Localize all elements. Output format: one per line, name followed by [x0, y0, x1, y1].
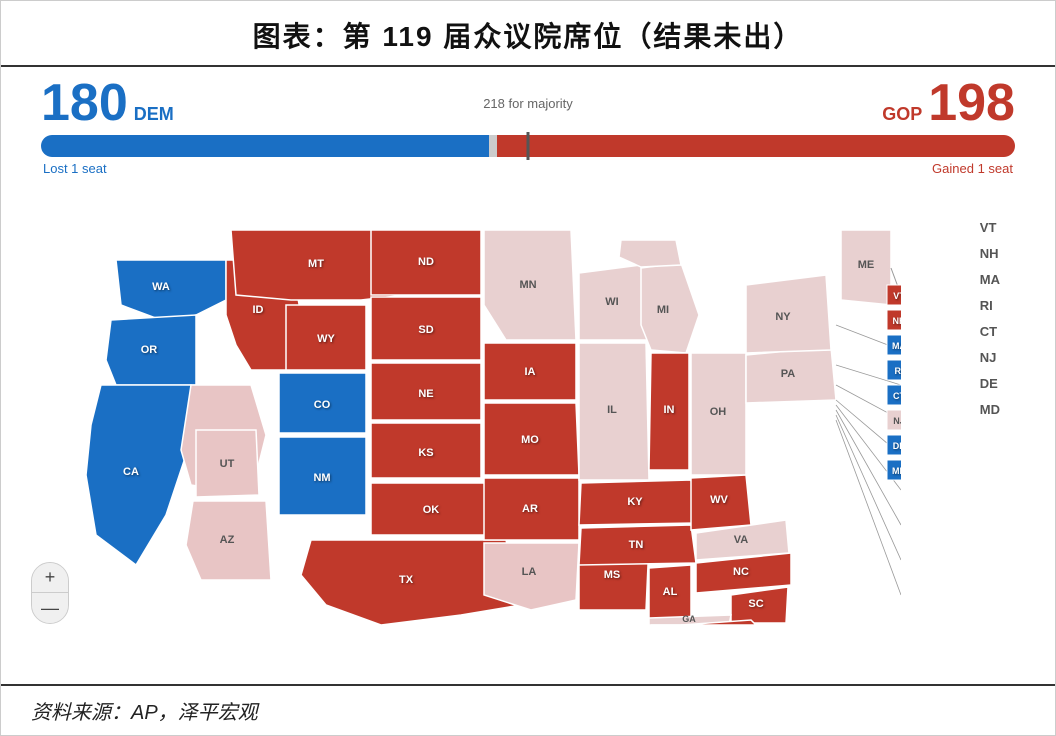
- gop-label: GOP: [882, 104, 922, 125]
- state-IN[interactable]: [649, 353, 689, 470]
- ne-states-list: VT NH MA RI CT NJ DE MD: [980, 220, 1000, 417]
- ne-state-RI[interactable]: RI: [980, 298, 1000, 313]
- state-AL[interactable]: [649, 565, 691, 623]
- dem-score: 180 DEM: [41, 77, 174, 129]
- zoom-controls: + —: [31, 562, 69, 624]
- state-WY[interactable]: [286, 305, 366, 370]
- zoom-out-button[interactable]: —: [32, 593, 68, 623]
- state-OH[interactable]: [691, 353, 746, 475]
- state-TN[interactable]: [579, 525, 696, 565]
- dem-number: 180: [41, 77, 128, 129]
- state-IL[interactable]: [579, 343, 649, 480]
- title-bar: 图表：第 119 届众议院席位（结果未出）: [1, 1, 1055, 67]
- state-OR[interactable]: [106, 315, 196, 385]
- state-PA[interactable]: [746, 347, 836, 403]
- state-MA[interactable]: [887, 335, 901, 355]
- state-KS[interactable]: [371, 423, 481, 478]
- zoom-in-button[interactable]: +: [32, 563, 68, 593]
- state-WI[interactable]: [579, 265, 651, 340]
- state-WA[interactable]: [116, 260, 226, 320]
- state-SD[interactable]: [371, 297, 481, 360]
- state-NM[interactable]: [279, 437, 366, 515]
- gop-number: 198: [928, 77, 1015, 129]
- ne-state-MA[interactable]: MA: [980, 272, 1000, 287]
- ne-state-DE[interactable]: DE: [980, 376, 1000, 391]
- ne-state-NJ[interactable]: NJ: [980, 350, 1000, 365]
- state-ND[interactable]: [371, 230, 481, 295]
- state-MD[interactable]: [887, 460, 901, 480]
- state-MI[interactable]: [641, 263, 699, 353]
- state-NJ[interactable]: [887, 410, 901, 430]
- state-RI[interactable]: [887, 360, 901, 380]
- state-NH[interactable]: [887, 310, 901, 330]
- ne-state-VT[interactable]: VT: [980, 220, 1000, 235]
- state-ME[interactable]: [841, 230, 891, 305]
- score-section: 180 DEM 218 for majority GOP 198 Lost 1 …: [1, 67, 1055, 180]
- seat-change-row: Lost 1 seat Gained 1 seat: [41, 161, 1015, 176]
- state-LA[interactable]: [484, 543, 579, 610]
- state-UT[interactable]: [196, 430, 259, 497]
- map-section: WA OR CA NV ID MT: [1, 180, 1055, 684]
- ne-state-NH[interactable]: NH: [980, 246, 1000, 261]
- state-MN[interactable]: [484, 230, 576, 340]
- state-CA[interactable]: [86, 385, 191, 565]
- gained-seat-label: Gained 1 seat: [932, 161, 1013, 176]
- state-IA[interactable]: [484, 343, 576, 400]
- page-title: 图表：第 119 届众议院席位（结果未出）: [21, 15, 1035, 55]
- majority-marker: [527, 132, 530, 160]
- map-container: WA OR CA NV ID MT: [1, 180, 1055, 684]
- gop-score: GOP 198: [882, 77, 1015, 129]
- state-WV[interactable]: [691, 475, 751, 530]
- state-SC[interactable]: [731, 587, 788, 623]
- ne-state-CT[interactable]: CT: [980, 324, 1000, 339]
- ne-state-MD[interactable]: MD: [980, 402, 1000, 417]
- state-VT[interactable]: [887, 285, 901, 305]
- state-MI-upper: [619, 240, 681, 267]
- state-AZ[interactable]: [186, 501, 271, 580]
- state-KY[interactable]: [579, 480, 696, 525]
- state-DE[interactable]: [887, 435, 901, 455]
- source-text: 资料来源：AP，泽平宏观: [31, 702, 258, 724]
- footer: 资料来源：AP，泽平宏观: [1, 684, 1055, 735]
- state-CT[interactable]: [887, 385, 901, 405]
- state-MO[interactable]: [484, 403, 579, 475]
- dem-label: DEM: [134, 104, 174, 125]
- seat-bar: [41, 135, 1015, 157]
- lost-seat-label: Lost 1 seat: [43, 161, 107, 176]
- majority-label: 218 for majority: [483, 96, 573, 111]
- state-CO[interactable]: [279, 373, 366, 433]
- state-NE[interactable]: [371, 363, 481, 420]
- state-NY[interactable]: [746, 275, 831, 353]
- dem-bar-fill: [41, 135, 489, 157]
- state-AR[interactable]: [484, 478, 579, 540]
- bar-gap: [489, 135, 497, 157]
- gop-bar-fill: [497, 135, 1015, 157]
